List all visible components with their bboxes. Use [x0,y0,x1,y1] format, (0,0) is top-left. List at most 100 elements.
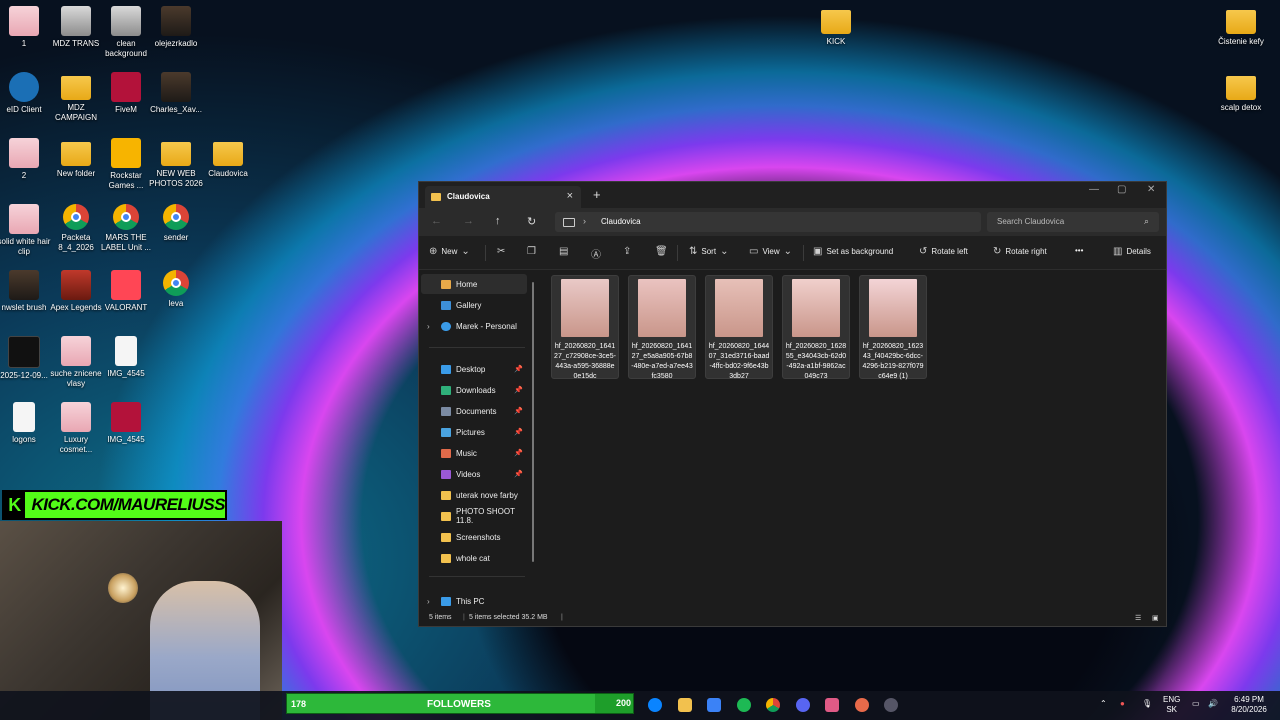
app-icon[interactable] [825,698,839,712]
desktop-icon[interactable]: solid white hair clip [0,204,52,257]
app-icon[interactable] [884,698,898,712]
file-explorer-icon[interactable] [678,698,692,712]
scrollbar[interactable] [532,282,534,562]
nav-item-gallery[interactable]: Gallery [421,295,527,315]
breadcrumb[interactable]: Claudovica [601,217,641,226]
paste-button[interactable]: ▤ [559,246,568,257]
refresh-icon[interactable]: ↻ [527,215,536,228]
desktop-icon[interactable]: IMG_4545 [98,336,154,379]
desktop-icon[interactable]: 1 [0,6,52,49]
chrome-icon[interactable] [766,698,780,712]
tab-claudovica[interactable]: Claudovica × [425,186,581,208]
sort-button[interactable]: ⇅ Sort ⌄ [689,246,728,257]
desktop-icon[interactable]: leva [148,270,204,309]
delete-button[interactable]: 🗑 [655,246,668,257]
nav-item-desktop[interactable]: Desktop 📌 [421,359,527,379]
desktop-icon[interactable]: MDZ CAMPAIGN [48,72,104,123]
mail-icon[interactable] [707,698,721,712]
back-icon[interactable]: ← [431,215,442,227]
desktop-icon[interactable]: IMG_4545 [98,402,154,445]
details-button[interactable]: ▥ Details [1113,246,1151,257]
more-options-button[interactable]: ••• [1075,246,1083,255]
pin-icon: 📌 [514,450,523,457]
desktop-icon[interactable]: olejezrkadlo [148,6,204,49]
nav-item-music[interactable]: Music 📌 [421,443,527,463]
nav-item-documents[interactable]: Documents 📌 [421,401,527,421]
nav-item-this-pc[interactable]: › This PC [421,591,527,611]
desktop-icon[interactable]: logons [0,402,52,445]
close-tab-icon[interactable]: × [567,190,573,202]
desktop-icon[interactable]: suche znicene vlasy [48,336,104,389]
desktop-icon[interactable]: New folder [48,138,104,179]
nav-item-pictures[interactable]: Pictures 📌 [421,422,527,442]
chevron-up-icon[interactable]: ⌃ [1100,699,1107,709]
chevron-right-icon[interactable]: › [427,322,430,331]
chevron-right-icon[interactable]: › [427,597,430,606]
nav-item-home[interactable]: Home [421,274,527,294]
desktop-icon[interactable]: KICK [808,6,864,47]
minimize-icon[interactable]: — [1089,184,1099,195]
desktop-icon[interactable]: Luxury cosmet... [48,402,104,455]
network-icon[interactable]: ▭ [1192,699,1200,709]
nav-item-downloads[interactable]: Downloads 📌 [421,380,527,400]
clock[interactable]: 6:49 PM 8/20/2026 [1226,695,1272,715]
search-input[interactable]: Search Claudovica ⌕ [987,212,1159,232]
nav-item-folder[interactable]: PHOTO SHOOT 11.8. [421,506,527,526]
desktop-icon[interactable]: Apex Legends [48,270,104,313]
nav-item-videos[interactable]: Videos 📌 [421,464,527,484]
desktop-icon[interactable]: clean background [98,6,154,59]
file-item[interactable]: hf_20260820_162343_f40429bc-6dcc-4296-b2… [859,275,927,380]
edge-icon[interactable] [648,698,662,712]
file-item[interactable]: hf_20260820_164127_c72908ce-3ce5-443a-a5… [551,275,619,380]
nav-item-folder[interactable]: Screenshots [421,527,527,547]
desktop-icon[interactable]: nwslet brush [0,270,52,313]
desktop-icon[interactable]: scalp detox [1213,72,1269,113]
desktop-icon[interactable]: Čistenie kefy [1213,6,1269,47]
desktop-icon[interactable]: eID Client [0,72,52,115]
spotify-icon[interactable] [737,698,751,712]
desktop-icon[interactable]: sender [148,204,204,243]
microphone-icon[interactable]: 🎙 [1142,699,1152,709]
desktop-icon[interactable]: 2025-12-09... [0,336,52,381]
address-field[interactable]: › Claudovica [555,212,981,232]
new-button[interactable]: ⊕ New ⌄ [429,246,470,257]
nav-item-folder[interactable]: uterak nove farby [421,485,527,505]
details-view-icon[interactable]: ☰ [1135,614,1141,622]
copy-button[interactable]: ❐ [527,246,536,257]
up-icon[interactable]: ↑ [495,215,501,227]
desktop-icon[interactable]: MARS THE LABEL Unit ... [98,204,154,253]
app-icon[interactable] [855,698,869,712]
desktop-icon[interactable]: Charles_Xav... [148,72,204,115]
maximize-icon[interactable]: ▢ [1117,184,1126,195]
set-as-background-button[interactable]: ▣ Set as background [813,246,893,257]
desktop-icon[interactable]: Packeta 8_4_2026 [48,204,104,253]
new-tab-button[interactable]: + [593,187,601,202]
rename-button[interactable]: Ⓐ [591,246,601,261]
file-item[interactable]: hf_20260820_164127_e5a8a905-67b8-480e-a7… [628,275,696,380]
image-thumbnail [638,279,686,337]
tray-app-icon[interactable]: ● [1120,699,1125,709]
view-button[interactable]: ▭ View ⌄ [749,246,792,257]
language-indicator[interactable]: ENG SK [1163,695,1180,715]
forward-icon[interactable]: → [463,215,474,227]
volume-icon[interactable]: 🔊 [1208,699,1218,709]
desktop-icon[interactable]: 2 [0,138,52,181]
desktop-icon[interactable]: FiveM [98,72,154,115]
rotate-right-button[interactable]: ↻ Rotate right [993,246,1047,257]
cut-button[interactable]: ✂ [497,246,505,257]
desktop-icon[interactable]: NEW WEB PHOTOS 2026 [148,138,204,189]
kick-logo-icon: K [4,492,26,518]
close-window-icon[interactable]: ✕ [1147,184,1155,195]
thumbnail-view-icon[interactable]: ▣ [1152,614,1159,622]
file-item[interactable]: hf_20260820_162855_e34043cb-62d0-492a-a1… [782,275,850,380]
share-button[interactable]: ⇪ [623,246,631,257]
nav-item-onedrive[interactable]: › Marek - Personal [421,316,527,336]
desktop-icon[interactable]: Claudovica [200,138,256,179]
desktop-icon[interactable]: VALORANT [98,270,154,313]
nav-item-folder[interactable]: whole cat [421,548,527,568]
desktop-icon[interactable]: MDZ TRANS [48,6,104,49]
discord-icon[interactable] [796,698,810,712]
desktop-icon[interactable]: Rockstar Games ... [98,138,154,191]
file-item[interactable]: hf_20260820_164407_31ed3716-baad-4ffc-bd… [705,275,773,380]
rotate-left-button[interactable]: ↺ Rotate left [919,246,968,257]
